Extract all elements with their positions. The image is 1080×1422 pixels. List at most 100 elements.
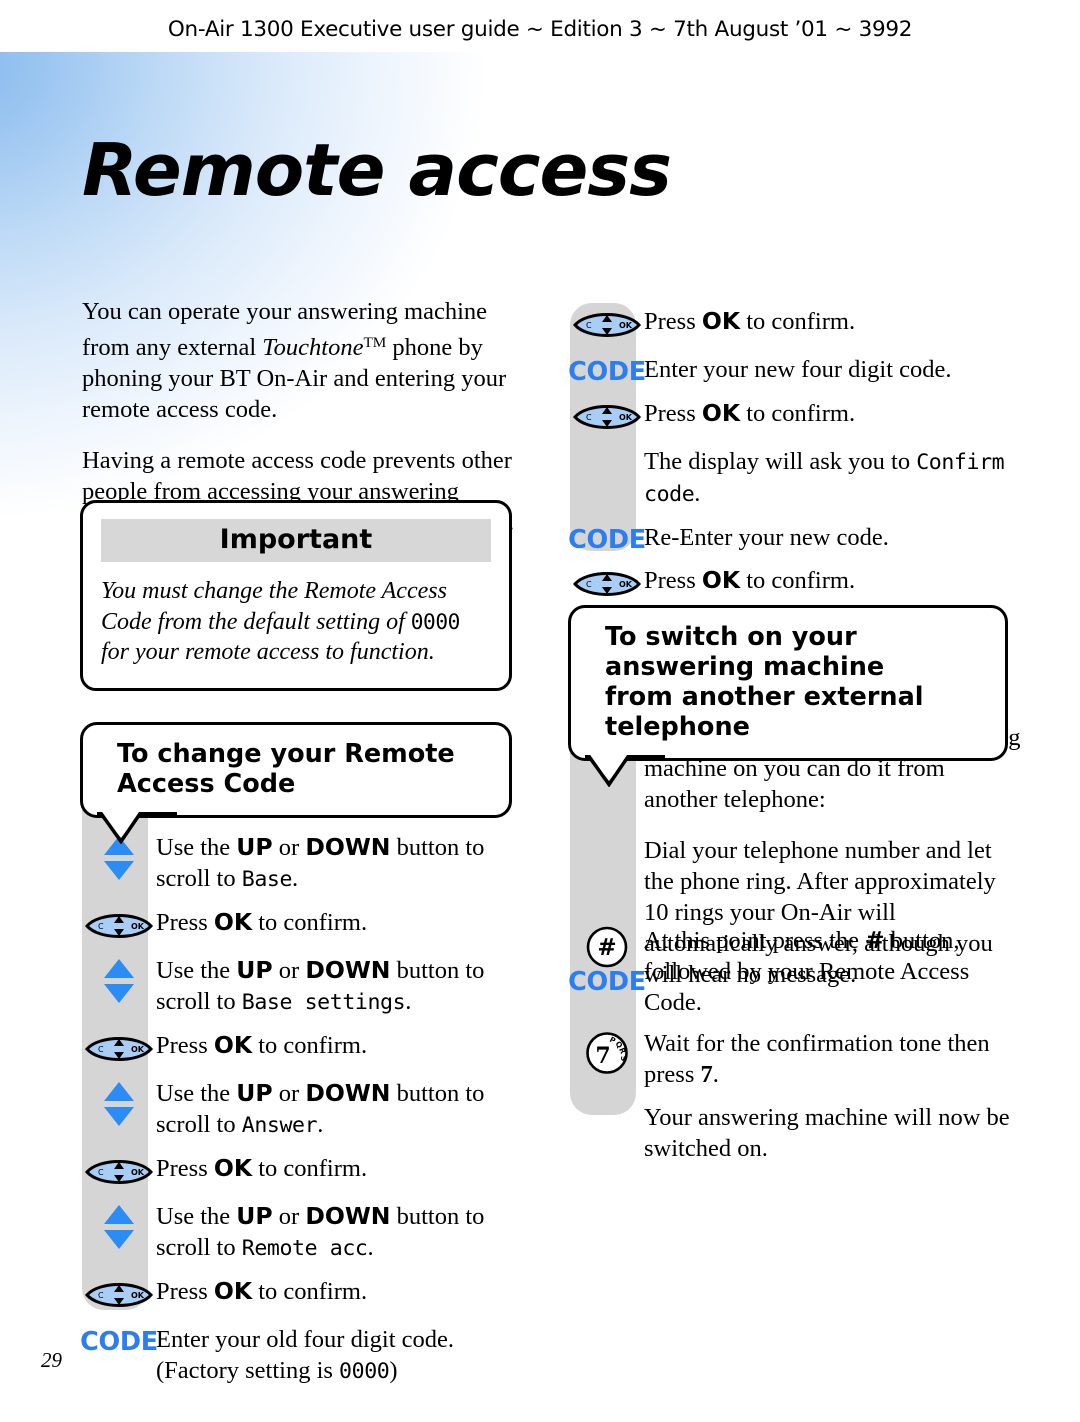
callout-right-line-1: To switch on your answering machine bbox=[605, 622, 885, 682]
running-header: On-Air 1300 Executive user guide ~ Editi… bbox=[167, 17, 913, 42]
step-row: Your answering machine will now be switc… bbox=[570, 1102, 1022, 1164]
step-text: Use the UP or DOWN button to scroll to A… bbox=[156, 1078, 534, 1141]
t1: Press bbox=[644, 567, 702, 594]
ok-keyword: OK bbox=[701, 566, 741, 594]
t1: At this point press the bbox=[644, 927, 866, 954]
t4: . bbox=[317, 1111, 324, 1138]
display-word: Base settings bbox=[241, 990, 406, 1015]
t2: to confirm. bbox=[252, 1155, 368, 1182]
svg-text:OK: OK bbox=[619, 321, 633, 330]
t2: to confirm. bbox=[252, 1032, 368, 1059]
t1: Press bbox=[156, 909, 214, 936]
step-text: The display will ask you to Confirm code… bbox=[644, 446, 1022, 510]
page-number: 29 bbox=[41, 1348, 62, 1372]
right-top-steps-list: C OK Press OK to confirm. CODE Enter you… bbox=[568, 306, 1022, 601]
hash-key-icon[interactable]: # bbox=[585, 925, 629, 969]
t2: . bbox=[712, 1061, 719, 1088]
t4: . bbox=[405, 988, 412, 1015]
up-down-arrows-icon[interactable] bbox=[82, 1201, 156, 1251]
callout-switch-on-answering-machine: To switch on your answering machine from… bbox=[568, 605, 1008, 787]
step-row: 7 P Q R S Wait for the confirmation tone… bbox=[570, 1028, 1022, 1090]
t2: or bbox=[272, 957, 306, 984]
ok-navigation-key-icon[interactable]: C OK bbox=[82, 1153, 156, 1189]
ok-navigation-key-icon[interactable]: C OK bbox=[570, 398, 644, 434]
step-text: Use the UP or DOWN button to scroll to B… bbox=[156, 955, 534, 1018]
step-text: Use the UP or DOWN button to scroll to B… bbox=[156, 832, 534, 895]
t2: or bbox=[272, 1080, 306, 1107]
code-label-icon[interactable]: CODE bbox=[568, 969, 646, 996]
step-row: Use the UP or DOWN button to scroll to B… bbox=[82, 955, 534, 1018]
ok-keyword: OK bbox=[701, 398, 741, 427]
up-keyword: UP bbox=[236, 1202, 273, 1230]
code-label-icon[interactable]: CODE bbox=[568, 522, 646, 554]
callout-change-remote-access-code: To change your Remote Access Code bbox=[80, 722, 512, 844]
important-default-code: 0000 bbox=[410, 608, 461, 634]
t1: Press bbox=[156, 1155, 214, 1182]
svg-text:C: C bbox=[586, 413, 592, 422]
step-row: C OK Press OK to confirm. bbox=[82, 1153, 534, 1189]
t4: . bbox=[367, 1234, 374, 1261]
code-label-text: CODE bbox=[80, 1327, 158, 1357]
ok-navigation-key-icon[interactable]: C OK bbox=[570, 565, 644, 601]
step-text: Your answering machine will now be switc… bbox=[644, 1104, 1010, 1162]
ok-navigation-key-icon[interactable]: C OK bbox=[82, 1276, 156, 1312]
up-down-arrows-icon[interactable] bbox=[82, 1078, 156, 1128]
ok-navigation-key-icon[interactable]: C OK bbox=[570, 306, 644, 342]
step-row: C OK Press OK to confirm. bbox=[570, 398, 1022, 434]
right-bottom-steps-list: # CODE At this point press the # button,… bbox=[568, 925, 1022, 1164]
ok-navigation-key-icon[interactable]: C OK bbox=[82, 1030, 156, 1066]
t1: Press bbox=[644, 399, 702, 427]
t2: to confirm. bbox=[740, 567, 856, 594]
down-keyword: DOWN bbox=[305, 1079, 391, 1107]
step-text: Wait for the confirmation tone then pres… bbox=[644, 1028, 1022, 1090]
t1: Press bbox=[644, 308, 702, 335]
code-label-icon[interactable]: CODE bbox=[80, 1324, 158, 1357]
t2: to confirm. bbox=[252, 909, 368, 936]
step-text: Enter your new four digit code. bbox=[644, 356, 952, 383]
left-steps-list: Use the UP or DOWN button to scroll to B… bbox=[80, 832, 534, 1387]
ok-keyword: OK bbox=[213, 1154, 253, 1182]
step-row: C OK Press OK to confirm. bbox=[82, 1276, 534, 1312]
svg-text:C: C bbox=[98, 1045, 104, 1054]
hash-symbol: # bbox=[865, 927, 885, 954]
seven-keyword: 7 bbox=[700, 1061, 713, 1088]
t1: Enter your old four digit code. (Factory… bbox=[156, 1326, 455, 1384]
hash-key-icon-group: # CODE bbox=[568, 925, 646, 996]
svg-text:OK: OK bbox=[131, 922, 145, 931]
display-word: Remote acc bbox=[241, 1236, 368, 1261]
code-label-icon[interactable]: CODE bbox=[568, 354, 646, 387]
trademark-superscript: TM bbox=[363, 334, 387, 351]
callout-left-line-1: To change your Remote bbox=[117, 739, 455, 769]
step-row: The display will ask you to Confirm code… bbox=[570, 446, 1022, 510]
t2: or bbox=[272, 1203, 306, 1230]
step-text: Use the UP or DOWN button to scroll to R… bbox=[156, 1201, 534, 1264]
up-keyword: UP bbox=[236, 1079, 273, 1107]
step-row: C OK Press OK to confirm. bbox=[82, 907, 534, 943]
t1: Use the bbox=[156, 1080, 237, 1107]
svg-text:7: 7 bbox=[595, 1043, 610, 1069]
up-down-arrows-icon[interactable] bbox=[82, 955, 156, 1005]
step-row: C OK Press OK to confirm. bbox=[570, 565, 1022, 601]
ok-navigation-key-icon[interactable]: C OK bbox=[82, 907, 156, 943]
t2: to confirm. bbox=[252, 1278, 368, 1305]
important-body: You must change the Remote Access Code f… bbox=[101, 576, 491, 668]
display-word: Answer bbox=[241, 1113, 318, 1138]
step-text: Press OK to confirm. bbox=[644, 565, 855, 596]
svg-text:C: C bbox=[586, 580, 592, 589]
page-title: Remote access bbox=[82, 128, 672, 212]
svg-text:C: C bbox=[586, 321, 592, 330]
seven-key-icon[interactable]: 7 P Q R S bbox=[570, 1028, 644, 1076]
t1: The display will ask you to bbox=[644, 447, 917, 475]
important-body-part2: for your remote access to function. bbox=[101, 639, 435, 665]
important-box: Important You must change the Remote Acc… bbox=[80, 500, 512, 691]
up-keyword: UP bbox=[236, 956, 273, 984]
step-row: CODE Re-Enter your new code. bbox=[568, 522, 1022, 554]
step-row: Use the UP or DOWN button to scroll to R… bbox=[82, 1201, 534, 1264]
step-text: Re-Enter your new code. bbox=[644, 523, 889, 551]
t1: Press bbox=[156, 1032, 214, 1059]
svg-text:C: C bbox=[98, 1168, 104, 1177]
code-label-text: CODE bbox=[568, 357, 646, 387]
important-body-part1: You must change the Remote Access Code f… bbox=[101, 578, 447, 635]
ok-keyword: OK bbox=[213, 908, 253, 936]
step-row: CODE Enter your old four digit code. (Fa… bbox=[80, 1324, 534, 1387]
